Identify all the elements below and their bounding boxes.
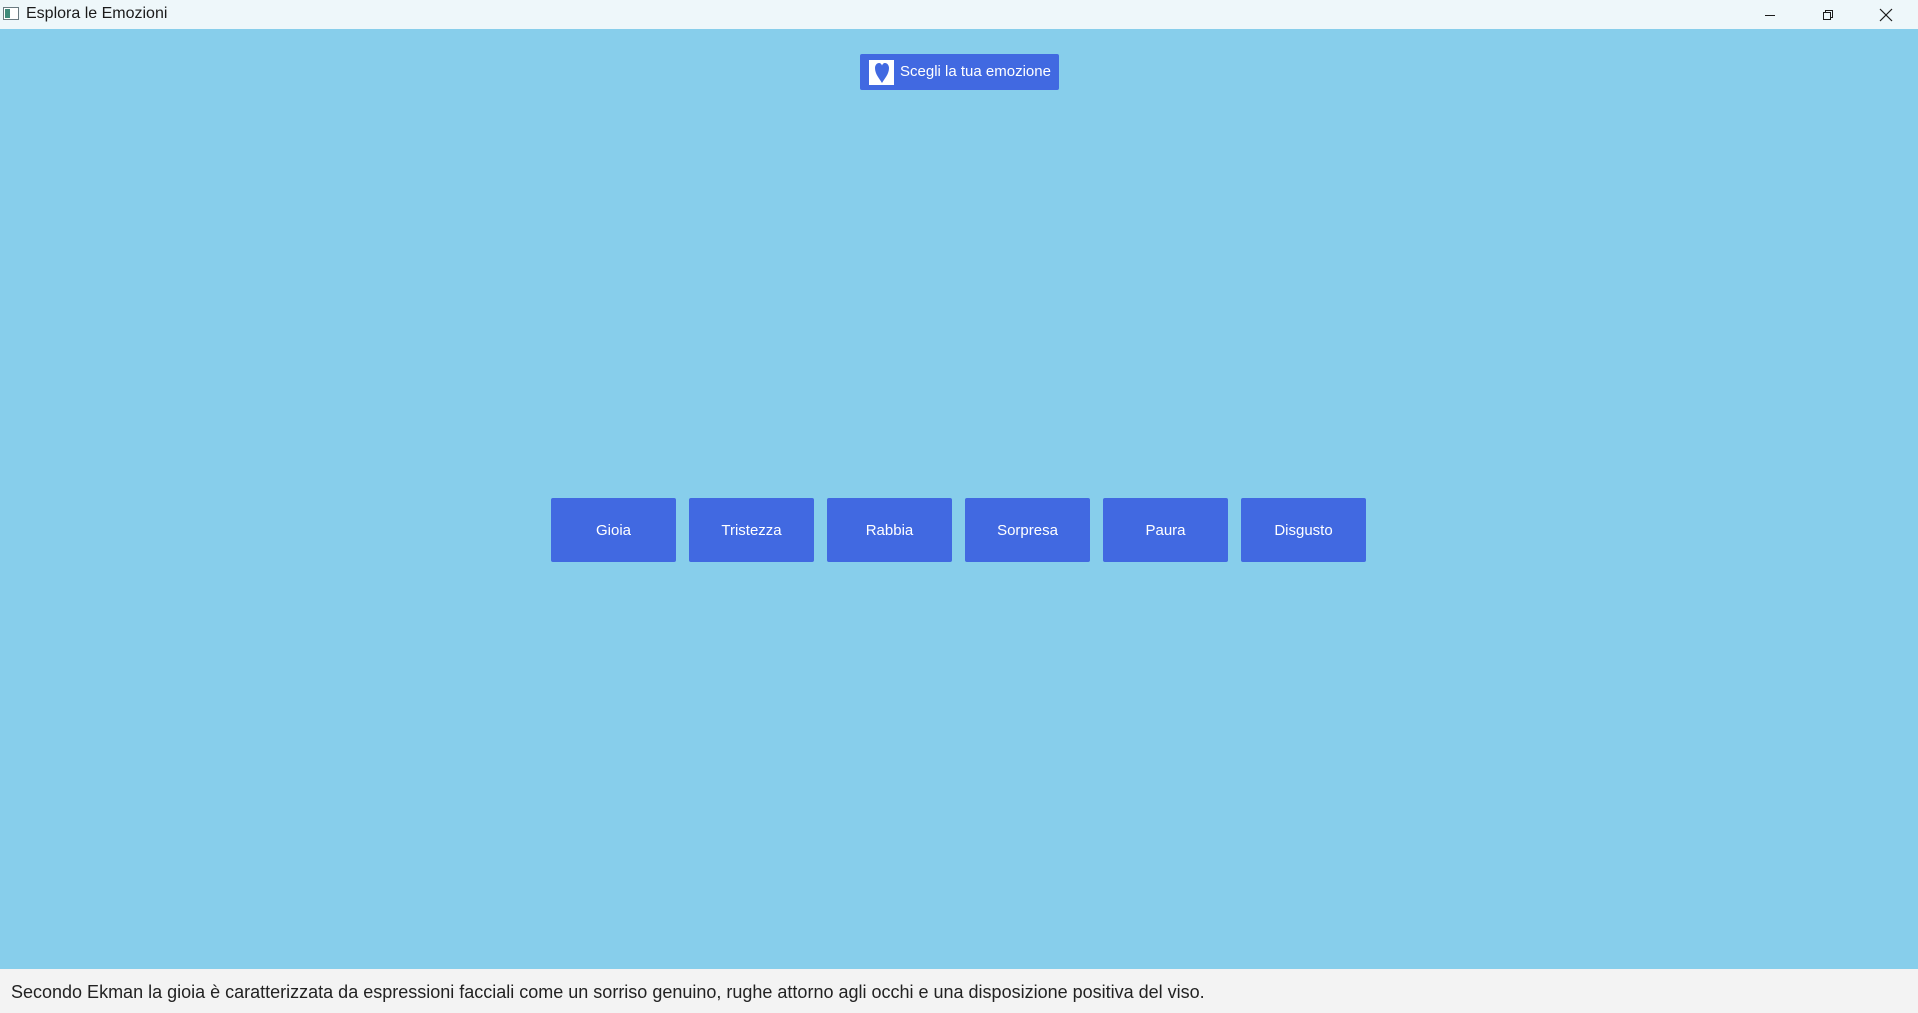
emotion-button-rabbia[interactable]: Rabbia	[827, 498, 952, 562]
window-title: Esplora le Emozioni	[26, 5, 168, 22]
heart-icon	[869, 60, 894, 85]
choose-emotion-label: Scegli la tua emozione	[900, 63, 1051, 80]
emotion-button-paura[interactable]: Paura	[1103, 498, 1228, 562]
minimize-button[interactable]	[1741, 0, 1799, 29]
choose-emotion-button[interactable]: Scegli la tua emozione	[860, 54, 1059, 90]
app-window-icon	[3, 7, 19, 20]
minimize-icon	[1765, 14, 1775, 16]
restore-button[interactable]	[1799, 0, 1857, 29]
description-bar: Secondo Ekman la gioia è caratterizzata …	[0, 969, 1918, 1013]
emotion-description: Secondo Ekman la gioia è caratterizzata …	[11, 982, 1205, 1002]
restore-icon	[1823, 9, 1833, 20]
app-window: Esplora le Emozioni Scegli la tua emozio…	[0, 0, 1918, 1013]
emotion-button-sorpresa[interactable]: Sorpresa	[965, 498, 1090, 562]
emotion-button-disgusto[interactable]: Disgusto	[1241, 498, 1366, 562]
close-button[interactable]	[1857, 0, 1915, 29]
emotion-button-tristezza[interactable]: Tristezza	[689, 498, 814, 562]
emotion-buttons: Gioia Tristezza Rabbia Sorpresa Paura Di…	[551, 498, 1366, 562]
emotion-button-gioia[interactable]: Gioia	[551, 498, 676, 562]
close-icon	[1879, 8, 1893, 21]
title-bar: Esplora le Emozioni	[0, 0, 1918, 29]
